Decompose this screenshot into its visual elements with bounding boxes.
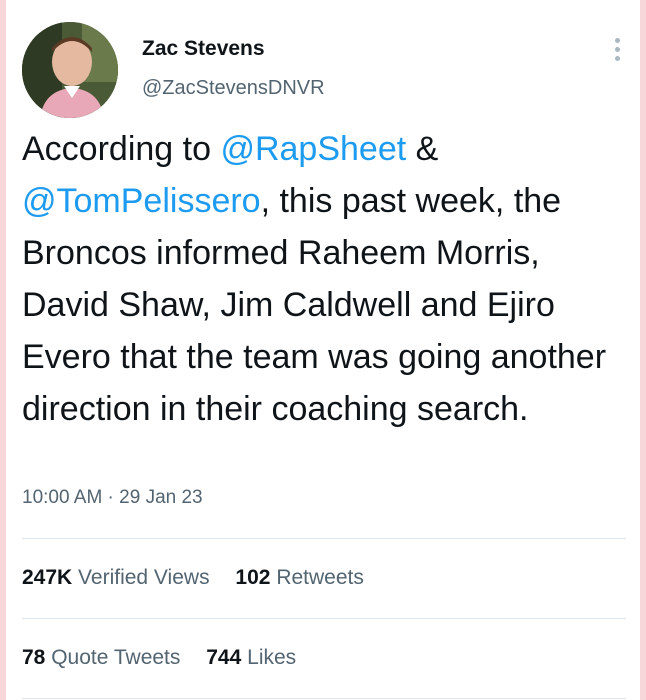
quotes-count: 78 — [22, 646, 46, 669]
quote-tweets-stat[interactable]: 78 Quote Tweets — [22, 646, 180, 669]
mention-link-tompelissero[interactable]: @TomPelissero — [22, 182, 261, 220]
retweets-stat[interactable]: 102 Retweets — [235, 566, 363, 589]
tweet-text-part: & — [406, 130, 439, 168]
mention-link-rapsheet[interactable]: @RapSheet — [220, 130, 406, 168]
avatar[interactable] — [22, 22, 118, 118]
views-count: 247K — [22, 566, 73, 589]
left-edge-strip — [0, 0, 6, 700]
quotes-label: Quote Tweets — [51, 646, 181, 669]
tweet-header: Zac Stevens @ZacStevensDNVR — [22, 22, 626, 118]
tweet-timestamp[interactable]: 10:00 AM · 29 Jan 23 — [22, 487, 203, 509]
divider — [22, 538, 626, 539]
right-edge-strip — [640, 0, 646, 700]
divider — [22, 618, 626, 619]
views-label: Verified Views — [78, 566, 210, 589]
tweet-text-part: According to — [22, 130, 221, 168]
views-stat[interactable]: 247K Verified Views — [22, 566, 210, 589]
author-handle[interactable]: @ZacStevensDNVR — [142, 77, 325, 100]
retweets-count: 102 — [235, 566, 271, 589]
divider — [22, 698, 626, 699]
more-vertical-icon[interactable] — [612, 38, 622, 66]
author-name[interactable]: Zac Stevens — [142, 37, 265, 61]
retweets-label: Retweets — [276, 566, 364, 589]
stats-row-2: 78 Quote Tweets 744 Likes — [22, 646, 316, 670]
likes-label: Likes — [247, 646, 297, 669]
likes-count: 744 — [206, 646, 242, 669]
stats-row-1: 247K Verified Views 102 Retweets — [22, 566, 384, 590]
tweet-text: According to @RapSheet & @TomPelissero, … — [22, 123, 622, 435]
likes-stat[interactable]: 744 Likes — [206, 646, 296, 669]
